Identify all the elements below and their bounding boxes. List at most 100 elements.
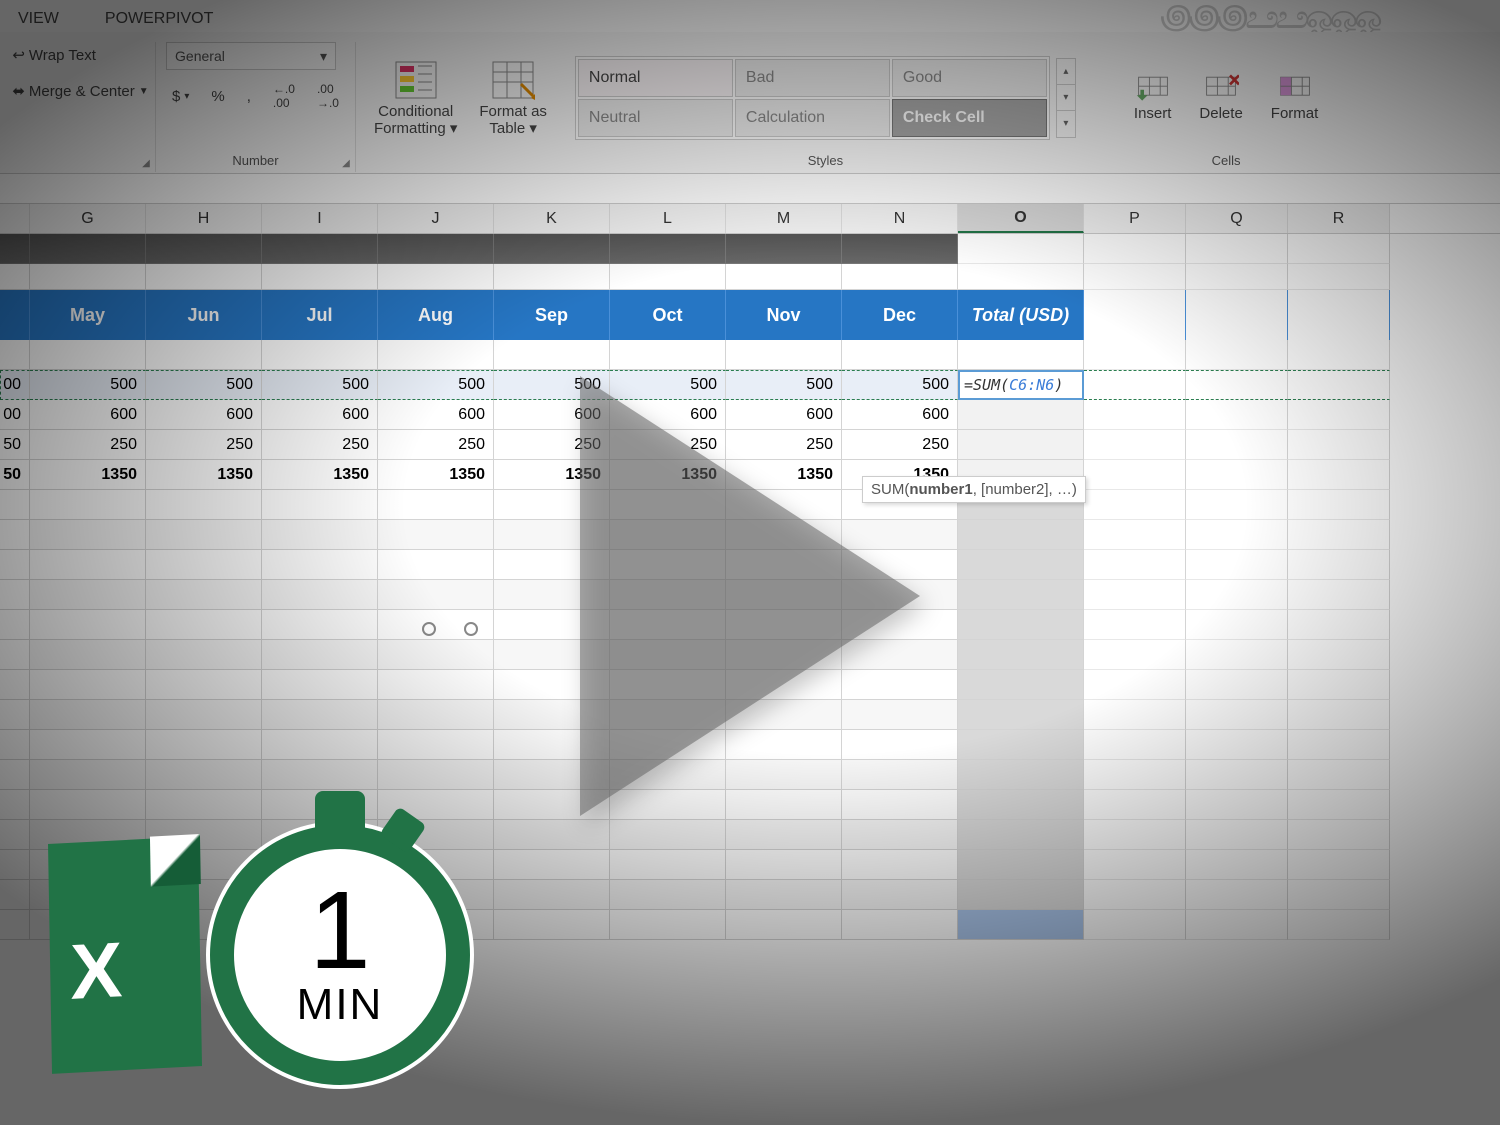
cell[interactable] — [1288, 820, 1390, 850]
cell[interactable] — [1186, 760, 1288, 790]
cell[interactable] — [0, 730, 30, 760]
cell[interactable] — [610, 850, 726, 880]
cell[interactable] — [494, 910, 610, 940]
column-header-Q[interactable]: Q — [1186, 204, 1288, 233]
increase-decimal-button[interactable]: ←.0.00 — [267, 78, 301, 114]
cell[interactable] — [726, 550, 842, 580]
cell[interactable] — [1084, 730, 1186, 760]
cell[interactable] — [1084, 760, 1186, 790]
cell[interactable] — [30, 910, 146, 940]
format-cells-button[interactable]: Format — [1263, 69, 1327, 126]
cell[interactable] — [0, 580, 30, 610]
cell[interactable] — [262, 670, 378, 700]
cell[interactable] — [378, 820, 494, 850]
cell[interactable] — [610, 640, 726, 670]
cell[interactable] — [1186, 430, 1288, 460]
cell[interactable]: Nov — [726, 290, 842, 340]
cell[interactable] — [146, 234, 262, 264]
cell[interactable] — [726, 520, 842, 550]
cell[interactable] — [1288, 340, 1390, 370]
cell[interactable] — [1084, 910, 1186, 940]
cell[interactable] — [842, 700, 958, 730]
cell[interactable]: 600 — [262, 400, 378, 430]
cell[interactable] — [146, 700, 262, 730]
formula-bar[interactable] — [0, 174, 1500, 204]
cell[interactable] — [494, 234, 610, 264]
cell[interactable] — [1288, 610, 1390, 640]
chevron-down-icon[interactable]: ▾ — [1057, 85, 1075, 111]
style-good[interactable]: Good — [892, 59, 1047, 97]
cell[interactable] — [0, 234, 30, 264]
cell[interactable] — [726, 850, 842, 880]
cell[interactable]: 600 — [610, 400, 726, 430]
cell[interactable] — [1186, 550, 1288, 580]
gallery-expand-icon[interactable]: ▾ — [1057, 111, 1075, 137]
cell[interactable] — [726, 610, 842, 640]
cell[interactable] — [30, 264, 146, 290]
cell[interactable] — [262, 700, 378, 730]
cell[interactable] — [1288, 880, 1390, 910]
cell[interactable] — [0, 790, 30, 820]
cell[interactable] — [1186, 670, 1288, 700]
cell[interactable] — [494, 880, 610, 910]
cell[interactable]: 00 — [0, 400, 30, 430]
cell[interactable] — [842, 264, 958, 290]
cell[interactable] — [146, 580, 262, 610]
cell[interactable] — [0, 550, 30, 580]
cell[interactable] — [842, 550, 958, 580]
cell[interactable] — [1186, 490, 1288, 520]
cell[interactable] — [1186, 340, 1288, 370]
cell[interactable] — [146, 820, 262, 850]
cell[interactable] — [30, 234, 146, 264]
cell[interactable] — [494, 550, 610, 580]
cell[interactable] — [1288, 290, 1390, 340]
cell[interactable] — [494, 264, 610, 290]
cell[interactable] — [610, 700, 726, 730]
cell[interactable]: Dec — [842, 290, 958, 340]
cell[interactable] — [610, 580, 726, 610]
cell[interactable] — [1084, 670, 1186, 700]
cell[interactable]: 600 — [146, 400, 262, 430]
cell[interactable] — [262, 850, 378, 880]
cell[interactable] — [1288, 640, 1390, 670]
cell[interactable] — [1084, 460, 1186, 490]
cell[interactable]: 1350 — [726, 460, 842, 490]
wrap-text-button[interactable]: ↩ Wrap Text — [6, 42, 102, 68]
tab-view[interactable]: VIEW — [10, 6, 67, 32]
cell[interactable] — [958, 610, 1084, 640]
style-check-cell[interactable]: Check Cell — [892, 99, 1047, 137]
cell[interactable] — [842, 610, 958, 640]
cell[interactable]: 50 — [0, 430, 30, 460]
cell[interactable] — [146, 850, 262, 880]
decrease-decimal-button[interactable]: .00→.0 — [311, 78, 345, 114]
cell[interactable] — [262, 520, 378, 550]
cell[interactable] — [1186, 370, 1288, 400]
cell[interactable]: 250 — [378, 430, 494, 460]
cell[interactable] — [1288, 670, 1390, 700]
cell[interactable] — [1288, 234, 1390, 264]
cell[interactable] — [958, 760, 1084, 790]
cell[interactable] — [1186, 730, 1288, 760]
column-header-R[interactable]: R — [1288, 204, 1390, 233]
cell[interactable] — [958, 730, 1084, 760]
tab-powerpivot[interactable]: POWERPIVOT — [97, 6, 221, 32]
cell[interactable]: 250 — [494, 430, 610, 460]
cell[interactable] — [726, 820, 842, 850]
cell[interactable] — [1084, 400, 1186, 430]
cell[interactable] — [146, 910, 262, 940]
cell[interactable]: 250 — [146, 430, 262, 460]
cell[interactable] — [958, 640, 1084, 670]
cell[interactable] — [1186, 290, 1288, 340]
cell[interactable] — [146, 760, 262, 790]
cell[interactable] — [262, 910, 378, 940]
cell[interactable] — [842, 760, 958, 790]
cell[interactable]: 1350 — [378, 460, 494, 490]
cell[interactable] — [378, 910, 494, 940]
cell[interactable] — [378, 264, 494, 290]
number-format-select[interactable]: General ▾ — [166, 42, 336, 70]
cell[interactable] — [1288, 700, 1390, 730]
cell[interactable]: Jul — [262, 290, 378, 340]
cell[interactable] — [958, 340, 1084, 370]
cell[interactable] — [958, 910, 1084, 940]
cell[interactable] — [842, 520, 958, 550]
